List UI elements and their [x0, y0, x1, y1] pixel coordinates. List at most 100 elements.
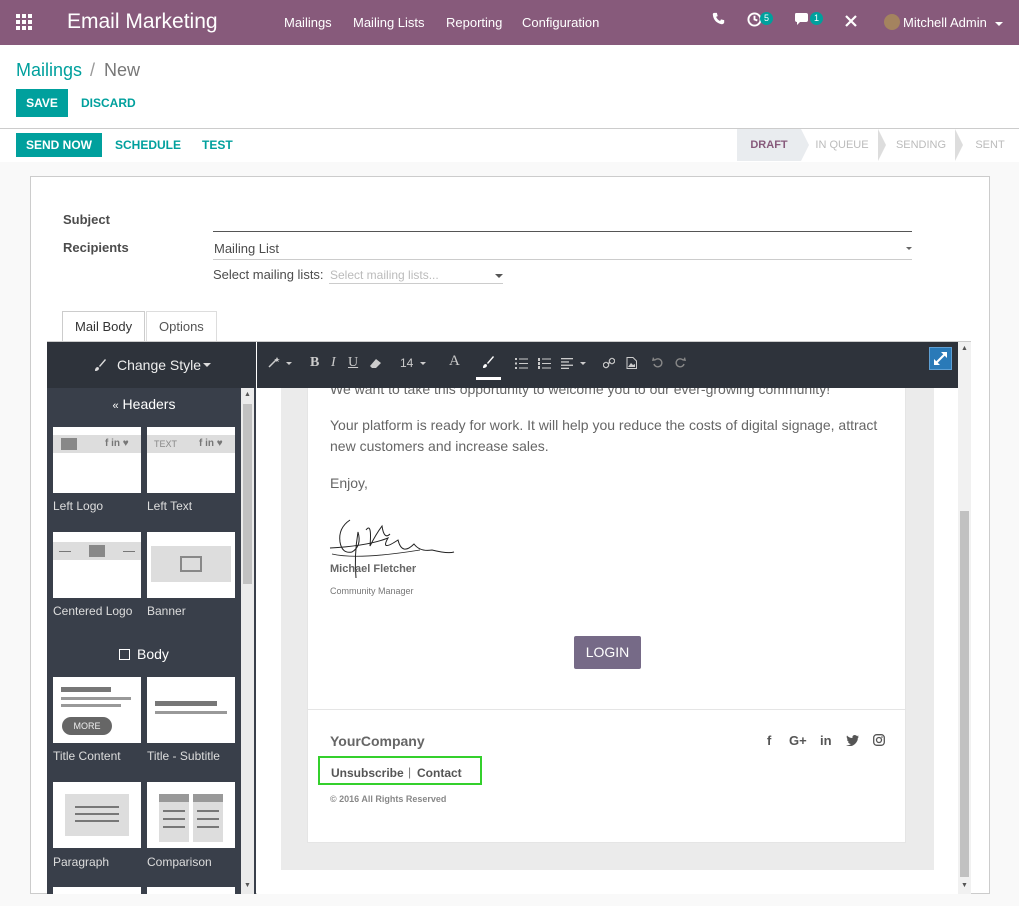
recipients-select[interactable]: Mailing List [214, 241, 279, 256]
test-button[interactable]: Test [202, 131, 233, 159]
snippet-label: Banner [147, 604, 186, 618]
image-icon [61, 438, 77, 450]
status-draft: Draft [737, 129, 801, 161]
user-name: Mitchell Admin [903, 15, 987, 30]
status-arrow [878, 129, 886, 161]
change-style-label: Change Style [117, 357, 202, 373]
breadcrumb-mailings[interactable]: Mailings [16, 60, 82, 81]
snippet-left-logo[interactable]: f in ♥ [53, 427, 141, 493]
snippet-left-text[interactable]: TEXT f in ♥ [147, 427, 235, 493]
align-icon[interactable] [561, 357, 574, 372]
snippet-label: Centered Logo [53, 604, 133, 618]
chevron-down-icon[interactable] [420, 362, 426, 365]
status-in-queue[interactable]: In Queue [809, 129, 875, 161]
schedule-button[interactable]: Schedule [115, 131, 181, 159]
snippet-partial[interactable] [147, 887, 235, 894]
snippet-banner[interactable] [147, 532, 235, 598]
status-arrow [801, 129, 809, 161]
signer-name[interactable]: Michael Fletcher [330, 563, 416, 575]
scroll-down-arrow-icon[interactable]: ▼ [244, 882, 251, 889]
scroll-up-arrow-icon[interactable]: ▲ [961, 345, 968, 352]
font-size-select[interactable]: 14 [400, 356, 413, 370]
menu-mailings[interactable]: Mailings [284, 15, 332, 30]
change-style-bar[interactable]: Change Style [47, 342, 256, 388]
status-sent[interactable]: Sent [966, 129, 1014, 161]
snippet-label: Title - Subtitle [147, 749, 220, 763]
facebook-icon[interactable]: f [767, 733, 771, 748]
snippet-label: Left Text [147, 499, 193, 513]
social-icons: f in ♥ [105, 438, 129, 449]
chevron-down-icon[interactable] [580, 362, 586, 365]
mailing-lists-underline [329, 283, 503, 284]
unordered-list-icon[interactable] [515, 357, 528, 372]
snippet-label: Paragraph [53, 855, 110, 869]
snippet-label: Title Content [53, 749, 121, 763]
image-icon [180, 556, 202, 572]
mail-enjoy[interactable]: Enjoy, [330, 473, 368, 494]
snippet-title-subtitle[interactable] [147, 677, 235, 743]
background-color-brush-icon[interactable] [482, 356, 494, 371]
discard-button[interactable]: Discard [81, 89, 136, 117]
tab-mail-body[interactable]: Mail Body [62, 311, 146, 342]
underline-icon[interactable]: U [348, 355, 358, 371]
send-now-button[interactable]: Send Now [16, 133, 102, 157]
snippet-paragraph[interactable] [53, 782, 141, 848]
google-plus-icon[interactable]: G+ [789, 733, 807, 748]
italic-icon[interactable]: I [331, 355, 336, 371]
editor-scrollbar-thumb[interactable] [960, 511, 969, 877]
menu-reporting[interactable]: Reporting [446, 15, 502, 30]
font-color-icon[interactable]: A [449, 353, 460, 370]
snippet-title-content[interactable]: MORE [53, 677, 141, 743]
login-button[interactable]: LOGIN [574, 636, 641, 669]
magic-wand-icon[interactable] [268, 356, 280, 371]
linkedin-icon[interactable]: in [820, 733, 832, 748]
snippet-centered-logo[interactable] [53, 532, 141, 598]
snippets-scrollbar-thumb[interactable] [243, 404, 252, 584]
image-icon [89, 545, 105, 557]
tab-options[interactable]: Options [146, 311, 217, 342]
signer-title[interactable]: Community Manager [330, 586, 414, 596]
undo-icon[interactable] [652, 356, 664, 371]
status-arrow [955, 129, 963, 161]
user-menu[interactable]: Mitchell Admin [903, 15, 1004, 30]
top-navbar: Email Marketing Mailings Mailing Lists R… [0, 0, 1019, 45]
footer-divider [308, 709, 905, 710]
scroll-up-arrow-icon[interactable]: ▲ [244, 391, 251, 398]
mail-paragraph-line2[interactable]: new customers and increase sales. [330, 436, 549, 457]
user-avatar[interactable] [884, 14, 900, 30]
copyright-text[interactable]: © 2016 All Rights Reserved [330, 794, 446, 804]
redo-icon[interactable] [674, 356, 686, 371]
activity-count-badge: 5 [760, 12, 774, 25]
save-button[interactable]: Save [16, 89, 68, 117]
link-icon[interactable] [602, 357, 616, 372]
mail-paragraph-line1[interactable]: Your platform is ready for work. It will… [330, 415, 877, 436]
eraser-icon[interactable] [369, 357, 382, 372]
company-name[interactable]: YourCompany [330, 733, 425, 749]
apps-menu-icon[interactable] [16, 14, 34, 32]
ordered-list-icon[interactable] [538, 357, 551, 372]
status-sending[interactable]: Sending [887, 129, 955, 161]
chevron-down-icon[interactable] [286, 362, 292, 365]
signature-image[interactable] [328, 516, 456, 589]
body-title: Body [136, 646, 169, 662]
headers-title: Headers [122, 396, 176, 412]
menu-mailing-lists[interactable]: Mailing Lists [353, 15, 425, 30]
snippet-comparison[interactable] [147, 782, 235, 848]
mailing-lists-input[interactable]: Select mailing lists... [330, 268, 439, 282]
chevron-down-icon[interactable] [495, 274, 503, 278]
brush-icon [93, 358, 107, 375]
chevron-down-icon[interactable] [906, 247, 912, 250]
instagram-icon[interactable] [873, 734, 885, 749]
debug-tools-icon[interactable] [844, 14, 858, 31]
chat-bubble-icon[interactable] [794, 12, 810, 29]
image-icon[interactable] [626, 357, 637, 372]
fullscreen-expand-icon[interactable] [929, 347, 952, 370]
snippet-partial[interactable] [53, 887, 141, 894]
twitter-icon[interactable] [846, 734, 859, 749]
bold-icon[interactable]: B [310, 355, 319, 371]
subject-input[interactable] [213, 206, 912, 232]
menu-configuration[interactable]: Configuration [522, 15, 599, 30]
snippet-category-headers: « Headers [47, 396, 241, 412]
phone-icon[interactable] [712, 12, 725, 28]
scroll-down-arrow-icon[interactable]: ▼ [961, 882, 968, 889]
